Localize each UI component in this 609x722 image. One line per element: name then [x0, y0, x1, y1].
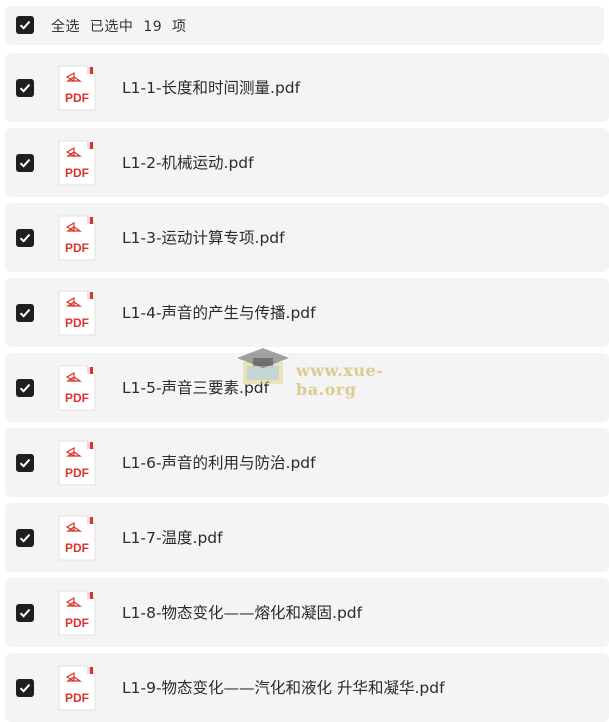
pdf-file-icon: PDF — [55, 139, 97, 187]
pdf-file-icon: PDF — [55, 589, 97, 637]
pdf-icon-label: PDF — [65, 391, 89, 405]
pdf-file-icon: PDF — [55, 214, 97, 262]
pdf-icon-label: PDF — [65, 466, 89, 480]
select-all-checkbox[interactable] — [16, 16, 34, 34]
file-name[interactable]: L1-3-运动计算专项.pdf — [122, 226, 285, 248]
file-name[interactable]: L1-9-物态变化——汽化和液化 升华和凝华.pdf — [122, 676, 445, 698]
file-name[interactable]: L1-2-机械运动.pdf — [122, 151, 254, 173]
file-checkbox[interactable] — [16, 454, 34, 472]
file-name[interactable]: L1-7-温度.pdf — [122, 526, 223, 548]
file-row[interactable]: PDF L1-2-机械运动.pdf — [5, 128, 609, 197]
file-name[interactable]: L1-1-长度和时间测量.pdf — [122, 76, 300, 98]
file-row[interactable]: PDF L1-4-声音的产生与传播.pdf — [5, 278, 609, 347]
file-checkbox[interactable] — [16, 379, 34, 397]
pdf-icon-label: PDF — [65, 316, 89, 330]
pdf-icon-label: PDF — [65, 166, 89, 180]
file-row[interactable]: PDF L1-9-物态变化——汽化和液化 升华和凝华.pdf — [5, 653, 609, 722]
pdf-icon-label: PDF — [65, 91, 89, 105]
pdf-file-icon: PDF — [55, 514, 97, 562]
selected-unit: 项 — [172, 19, 187, 35]
select-all-bar: 全选 已选中 19 项 — [5, 6, 604, 45]
pdf-file-icon: PDF — [55, 289, 97, 337]
pdf-icon-label: PDF — [65, 691, 89, 705]
file-row[interactable]: PDF L1-7-温度.pdf — [5, 503, 609, 572]
pdf-icon-label: PDF — [65, 241, 89, 255]
file-name[interactable]: L1-5-声音三要素.pdf — [122, 376, 269, 398]
file-name[interactable]: L1-4-声音的产生与传播.pdf — [122, 301, 316, 323]
file-row[interactable]: PDF L1-3-运动计算专项.pdf — [5, 203, 609, 272]
file-row[interactable]: PDF L1-6-声音的利用与防治.pdf — [5, 428, 609, 497]
pdf-file-icon: PDF — [55, 364, 97, 412]
file-row[interactable]: PDF L1-8-物态变化——熔化和凝固.pdf — [5, 578, 609, 647]
file-name[interactable]: L1-6-声音的利用与防治.pdf — [122, 451, 316, 473]
select-all-label[interactable]: 全选 — [51, 19, 80, 35]
file-row[interactable]: PDF L1-1-长度和时间测量.pdf — [5, 53, 609, 122]
file-checkbox[interactable] — [16, 529, 34, 547]
selected-text: 已选中 — [89, 19, 134, 35]
file-checkbox[interactable] — [16, 604, 34, 622]
file-checkbox[interactable] — [16, 304, 34, 322]
file-checkbox[interactable] — [16, 229, 34, 247]
file-row[interactable]: PDF L1-5-声音三要素.pdf — [5, 353, 609, 422]
pdf-icon-label: PDF — [65, 616, 89, 630]
selected-count: 19 — [143, 19, 163, 35]
file-name[interactable]: L1-8-物态变化——熔化和凝固.pdf — [122, 601, 362, 623]
pdf-file-icon: PDF — [55, 64, 97, 112]
pdf-icon-label: PDF — [65, 541, 89, 555]
pdf-file-icon: PDF — [55, 664, 97, 712]
file-checkbox[interactable] — [16, 79, 34, 97]
pdf-file-icon: PDF — [55, 439, 97, 487]
selection-summary: 全选 已选中 19 项 — [51, 16, 187, 36]
file-checkbox[interactable] — [16, 154, 34, 172]
file-checkbox[interactable] — [16, 679, 34, 697]
